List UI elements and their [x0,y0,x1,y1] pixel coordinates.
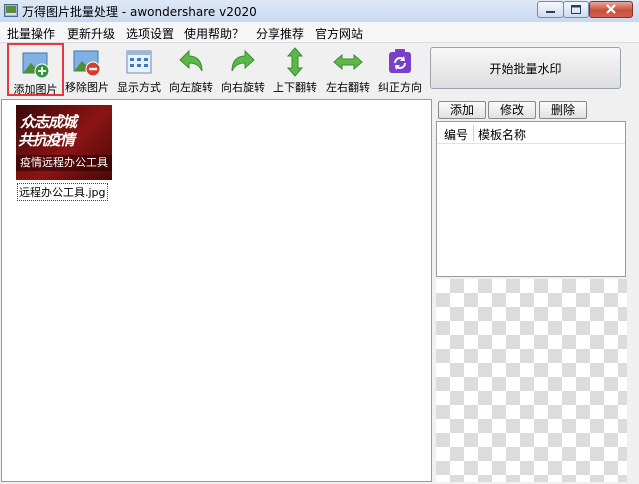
rotate-left-label: 向左旋转 [169,81,213,94]
add-image-icon [22,52,49,79]
remove-image-icon [73,50,101,77]
grid-view-icon [126,50,152,74]
correct-orientation-icon [389,49,411,73]
rotate-left-button[interactable]: 向左旋转 [166,43,216,96]
menu-batch[interactable]: 批量操作 [7,25,55,42]
template-delete-button[interactable]: 删除 [539,101,587,119]
column-header-id[interactable]: 编号 [444,126,468,143]
display-mode-label: 显示方式 [117,81,161,94]
image-filename[interactable]: 远程办公工具.jpg [17,183,108,201]
flip-horizontal-button[interactable]: 左右翻转 [322,43,374,96]
app-icon [4,4,18,17]
thumb-banner-text: 疫情远程办公工具 [16,155,112,171]
maximize-icon [571,5,581,14]
watermark-preview [436,279,627,482]
flip-horizontal-label: 左右翻转 [326,81,370,94]
flip-vertical-button[interactable]: 上下翻转 [270,43,320,96]
flip-vertical-label: 上下翻转 [273,81,317,94]
menu-help[interactable]: 使用帮助？ [184,25,244,42]
minimize-button[interactable] [537,1,564,18]
template-add-button[interactable]: 添加 [438,101,486,119]
display-mode-button[interactable]: 显示方式 [114,43,164,96]
flip-vertical-icon [286,47,304,77]
column-divider [473,125,474,141]
image-list-panel[interactable]: 众志成城 共抗疫情 疫情远程办公工具 远程办公工具.jpg [1,99,432,482]
menu-bar: 批量操作 更新升级 选项设置 使用帮助？ 分享推荐 官方网站 [0,22,639,43]
remove-image-button[interactable]: 移除图片 [62,43,112,96]
close-icon [606,4,616,14]
remove-image-label: 移除图片 [65,81,109,94]
close-button[interactable] [589,1,633,18]
rotate-right-button[interactable]: 向右旋转 [218,43,268,96]
title-bar: 万得图片批量处理 - awondershare v2020 [0,0,639,23]
column-header-name[interactable]: 模板名称 [478,126,526,143]
app-window: 万得图片批量处理 - awondershare v2020 批量操作 更新升级 … [0,0,639,484]
menu-share[interactable]: 分享推荐 [256,25,304,42]
template-edit-button[interactable]: 修改 [488,101,536,119]
window-title: 万得图片批量处理 - awondershare v2020 [22,5,257,19]
rotate-left-icon [179,49,203,72]
header-divider [437,143,625,144]
menu-update[interactable]: 更新升级 [67,25,115,42]
template-list[interactable]: 编号 模板名称 [436,121,626,277]
maximize-button[interactable] [563,1,589,18]
image-thumbnail[interactable]: 众志成城 共抗疫情 疫情远程办公工具 [16,105,112,180]
menu-website[interactable]: 官方网站 [315,25,363,42]
add-image-button[interactable]: 添加图片 [7,43,64,96]
start-batch-watermark-button[interactable]: 开始批量水印 [430,47,621,89]
correct-orientation-label: 纠正方向 [378,81,422,94]
menu-options[interactable]: 选项设置 [126,25,174,42]
rotate-right-icon [231,49,255,72]
flip-horizontal-icon [333,53,363,71]
correct-orientation-button[interactable]: 纠正方向 [375,43,425,96]
thumb-calligraphy-line2: 共抗疫情 [18,131,75,149]
add-image-label: 添加图片 [13,83,58,96]
minimize-icon [546,11,555,13]
rotate-right-label: 向右旋转 [221,81,265,94]
